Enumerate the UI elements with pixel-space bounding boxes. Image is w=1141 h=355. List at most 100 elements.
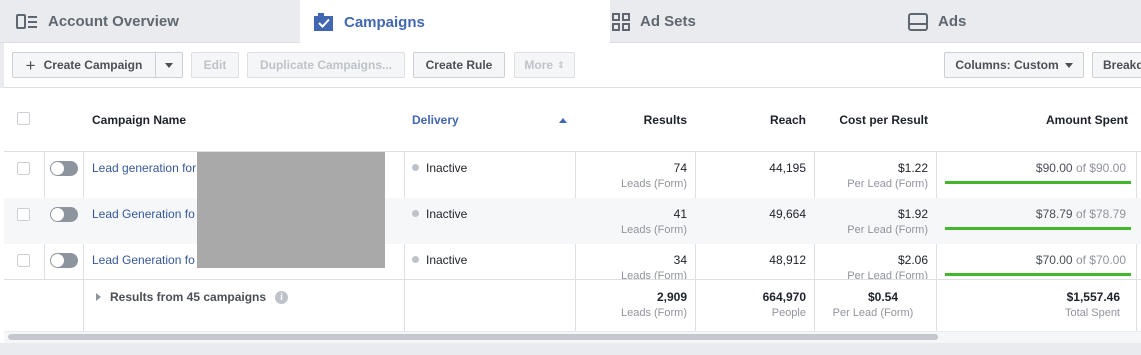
reach-value: 44,195 [769, 161, 806, 175]
header-results[interactable]: Results [579, 88, 687, 152]
total-spent: $1,557.46 [1066, 290, 1120, 304]
breakdown-label: Breakdown [1103, 58, 1141, 72]
account-overview-icon [16, 13, 38, 30]
spend-progress-bar [945, 227, 1131, 230]
spent-value: $70.00 [1035, 253, 1073, 267]
row-checkbox[interactable] [17, 208, 30, 221]
results-value: 74 [673, 161, 687, 175]
delivery-status: Inactive [426, 207, 468, 221]
tab-label: Ad Sets [640, 13, 696, 30]
tab-ads[interactable]: Ads [908, 0, 1141, 43]
toolbar: + Create Campaign Edit Duplicate Campaig… [0, 43, 1141, 88]
table-header: Campaign Name Delivery Results Reach Cos… [4, 88, 1141, 152]
ads-manager-window: Account Overview Campaigns Ad Sets Ads +… [0, 0, 1141, 355]
spent-value: $90.00 [1035, 161, 1073, 175]
info-icon[interactable]: i [275, 291, 288, 304]
budget-value: $78.79 [1089, 207, 1126, 221]
results-type: Leads (Form) [620, 224, 687, 236]
tab-bar: Account Overview Campaigns Ad Sets Ads [0, 0, 1141, 44]
tab-account-overview[interactable]: Account Overview [16, 0, 296, 43]
column-divider [1136, 280, 1137, 332]
delivery-status: Inactive [426, 161, 468, 175]
results-type: Leads (Form) [620, 270, 687, 279]
campaign-name-link[interactable]: Lead generation for [92, 161, 202, 175]
cost-value: $1.92 [897, 207, 928, 221]
of-label: of [1075, 253, 1086, 267]
select-all-checkbox[interactable] [17, 112, 30, 125]
column-divider [936, 280, 937, 332]
breakdown-button[interactable]: Breakdown [1092, 52, 1141, 78]
redacted-block [197, 152, 385, 268]
inactive-status-dot [412, 256, 419, 263]
cost-type: Per Lead (Form) [847, 270, 928, 279]
total-cost: $0.54 [867, 290, 899, 304]
bottom-border [0, 343, 1141, 355]
table-row[interactable]: Lead Generation fo Inactive 41 Leads (Fo… [4, 198, 1141, 244]
edit-button[interactable]: Edit [191, 52, 239, 78]
header-delivery[interactable]: Delivery [412, 88, 552, 152]
duplicate-label: Duplicate Campaigns... [259, 58, 393, 72]
create-campaign-label: Create Campaign [43, 58, 143, 72]
results-value: 41 [673, 207, 687, 221]
results-value: 34 [673, 253, 687, 267]
inactive-status-dot [412, 210, 419, 217]
delivery-status: Inactive [426, 253, 468, 267]
tab-campaigns[interactable]: Campaigns [300, 0, 610, 44]
reach-value: 48,912 [769, 253, 806, 267]
columns-button[interactable]: Columns: Custom [944, 52, 1084, 78]
tab-label: Account Overview [48, 13, 179, 30]
tab-label: Ads [938, 13, 967, 30]
create-campaign-button[interactable]: + Create Campaign [12, 52, 155, 78]
row-checkbox[interactable] [17, 162, 30, 175]
ads-icon [908, 12, 928, 31]
budget-value: $70.00 [1089, 253, 1126, 267]
scrollbar-thumb[interactable] [8, 334, 938, 340]
row-checkbox[interactable] [17, 254, 30, 267]
column-divider [404, 280, 405, 332]
campaigns-checkbox-icon [314, 13, 334, 31]
more-label: More [524, 58, 554, 72]
table-row[interactable]: Lead Generation fo Inactive 34 Leads (Fo… [4, 244, 1141, 279]
create-rule-label: Create Rule [425, 58, 493, 72]
ad-sets-grid-icon [612, 12, 630, 31]
campaign-toggle[interactable] [50, 161, 78, 176]
column-divider [814, 280, 815, 332]
cost-type: Per Lead (Form) [847, 178, 928, 190]
duplicate-campaigns-button[interactable]: Duplicate Campaigns... [247, 52, 405, 78]
amount-spent: $78.79 of $78.79 [940, 207, 1126, 221]
table-row[interactable]: Lead generation for Inactive 74 Leads (F… [4, 152, 1141, 198]
tab-label: Campaigns [344, 13, 425, 31]
column-divider [695, 280, 696, 332]
create-campaign-dropdown[interactable] [155, 52, 183, 78]
spend-progress-bar [945, 273, 1131, 276]
header-campaign-name[interactable]: Campaign Name [92, 88, 392, 152]
edit-label: Edit [203, 58, 227, 72]
campaign-name-link[interactable]: Lead Generation fo [92, 207, 202, 221]
header-amount-spent[interactable]: Amount Spent [940, 88, 1128, 152]
of-label: of [1075, 207, 1086, 221]
total-cost-type: Per Lead (Form) [832, 307, 914, 319]
caret-down-icon [1064, 62, 1073, 68]
tab-ad-sets[interactable]: Ad Sets [612, 0, 892, 43]
campaign-toggle[interactable] [50, 253, 78, 268]
spent-value: $78.79 [1035, 207, 1073, 221]
cost-value: $2.06 [897, 253, 928, 267]
budget-value: $90.00 [1089, 161, 1126, 175]
total-reach: 664,970 [762, 290, 806, 304]
expand-chevron-icon[interactable] [96, 293, 101, 301]
sort-ascending-icon [559, 118, 567, 123]
reach-value: 49,664 [769, 207, 806, 221]
campaign-toggle[interactable] [50, 207, 78, 222]
campaign-name-link[interactable]: Lead Generation fo [92, 253, 202, 267]
updown-icon: ⇕ [557, 59, 565, 70]
results-summary-label: Results from 45 campaigns [110, 290, 267, 304]
amount-spent: $70.00 of $70.00 [940, 253, 1126, 267]
amount-spent: $90.00 of $90.00 [940, 161, 1126, 175]
results-summary-row: Results from 45 campaigns i 2,909 Leads … [4, 279, 1141, 332]
more-button[interactable]: More ⇕ [514, 52, 575, 78]
header-reach[interactable]: Reach [699, 88, 806, 152]
create-rule-button[interactable]: Create Rule [413, 52, 505, 78]
total-results-type: Leads (Form) [620, 307, 687, 319]
cost-value: $1.22 [897, 161, 928, 175]
header-cost-per-result[interactable]: Cost per Result [818, 88, 928, 152]
